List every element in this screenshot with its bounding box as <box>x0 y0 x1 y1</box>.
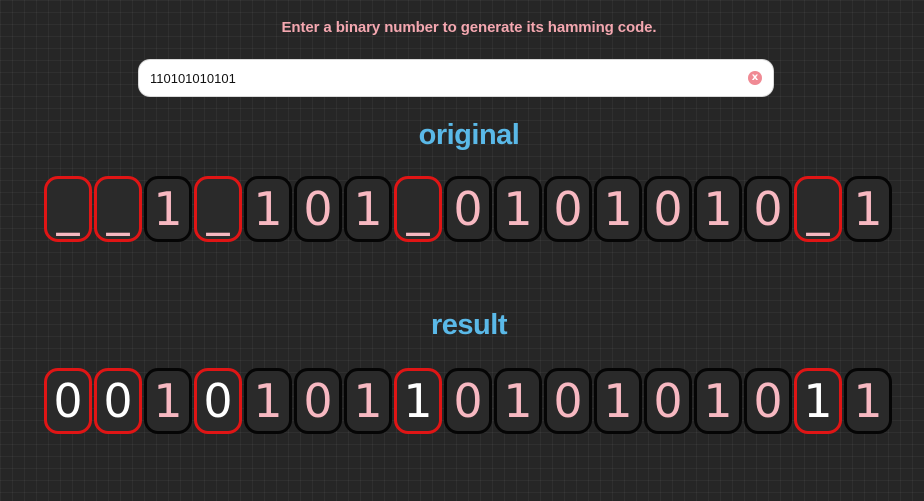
binary-input[interactable] <box>150 60 730 96</box>
data-bit-cell: 0 <box>644 176 692 242</box>
data-bit-cell: 0 <box>744 176 792 242</box>
data-bit-cell: 1 <box>144 176 192 242</box>
parity-bit-cell: _ <box>394 176 442 242</box>
data-bit-cell: 0 <box>444 176 492 242</box>
parity-bit-cell: _ <box>94 176 142 242</box>
result-bits-row: 00101011010101011 <box>44 368 892 434</box>
parity-bit-cell: 0 <box>94 368 142 434</box>
data-bit-cell: 1 <box>244 368 292 434</box>
instruction-text: Enter a binary number to generate its ha… <box>281 19 657 36</box>
parity-bit-cell: _ <box>794 176 842 242</box>
data-bit-cell: 1 <box>844 368 892 434</box>
original-title: original <box>418 119 520 151</box>
data-bit-cell: 0 <box>644 368 692 434</box>
data-bit-cell: 0 <box>294 176 342 242</box>
data-bit-cell: 1 <box>144 368 192 434</box>
data-bit-cell: 1 <box>494 368 542 434</box>
data-bit-cell: 0 <box>544 176 592 242</box>
original-bits-row: _ _ 1 _ 1 0 1 _ 0 1 0 1 0 1 0 _ 1 <box>44 176 892 242</box>
parity-bit-cell: _ <box>194 176 242 242</box>
clear-input-button[interactable]: x <box>748 71 762 85</box>
data-bit-cell: 1 <box>694 368 742 434</box>
data-bit-cell: 1 <box>694 176 742 242</box>
data-bit-cell: 1 <box>494 176 542 242</box>
parity-bit-cell: _ <box>44 176 92 242</box>
data-bit-cell: 0 <box>744 368 792 434</box>
data-bit-cell: 1 <box>244 176 292 242</box>
parity-bit-cell: 0 <box>194 368 242 434</box>
data-bit-cell: 0 <box>444 368 492 434</box>
parity-bit-cell: 1 <box>394 368 442 434</box>
binary-input-container: x <box>139 60 773 96</box>
data-bit-cell: 1 <box>344 176 392 242</box>
parity-bit-cell: 0 <box>44 368 92 434</box>
data-bit-cell: 0 <box>294 368 342 434</box>
data-bit-cell: 0 <box>544 368 592 434</box>
parity-bit-cell: 1 <box>794 368 842 434</box>
data-bit-cell: 1 <box>844 176 892 242</box>
data-bit-cell: 1 <box>344 368 392 434</box>
data-bit-cell: 1 <box>594 368 642 434</box>
result-title: result <box>431 309 507 341</box>
data-bit-cell: 1 <box>594 176 642 242</box>
